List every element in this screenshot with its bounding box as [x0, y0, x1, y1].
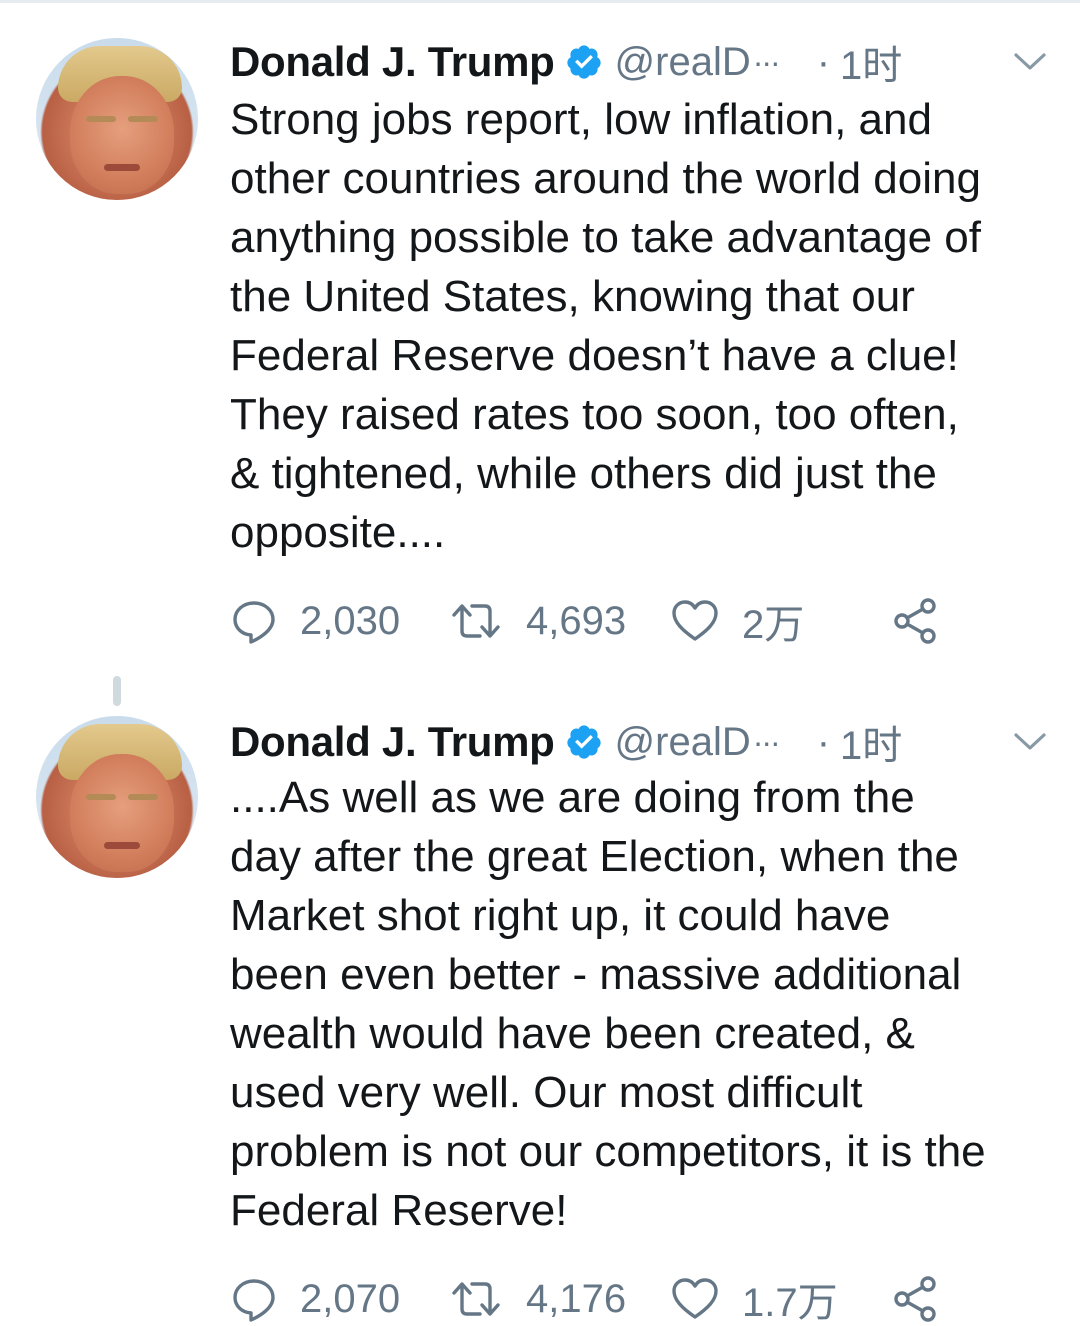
reply-count: 2,070	[300, 1276, 401, 1321]
verified-badge-icon	[566, 725, 601, 759]
author-name[interactable]: Donald J. Trump	[230, 38, 555, 86]
retweet-button[interactable]: 4,693	[448, 596, 626, 646]
reply-button[interactable]: 2,030	[230, 596, 400, 646]
tweet-timestamp[interactable]: 1时	[840, 713, 902, 771]
reply-bubble-icon	[233, 601, 275, 644]
handle-truncation: ···	[752, 43, 781, 80]
top-divider	[0, 0, 1080, 3]
verified-badge-icon	[566, 45, 601, 79]
author-name[interactable]: Donald J. Trump	[230, 718, 555, 766]
like-button[interactable]: 2万	[670, 596, 804, 647]
avatar-brow	[86, 794, 116, 800]
chevron-down-icon[interactable]	[1012, 728, 1048, 754]
chevron-down-icon[interactable]	[1012, 48, 1048, 74]
tweet-timestamp[interactable]: 1时	[840, 33, 902, 91]
author-handle[interactable]: @realD	[615, 720, 751, 765]
tweet-actions: 2,030 4,693 2万	[230, 596, 1060, 647]
tweet-text: ....As well as we are doing from the day…	[230, 773, 986, 1235]
heart-icon	[672, 600, 718, 641]
retweet-count: 4,176	[526, 1276, 627, 1321]
reply-button[interactable]: 2,070	[230, 1274, 400, 1324]
share-icon	[894, 1276, 936, 1322]
avatar[interactable]	[36, 716, 198, 878]
like-count: 2万	[742, 603, 805, 647]
retweet-icon	[452, 1282, 500, 1316]
avatar-face	[70, 76, 174, 194]
tweet-header: Donald J. Trump @realD ··· · 1时	[230, 716, 902, 768]
retweet-icon	[452, 604, 500, 638]
avatar-brow	[128, 794, 158, 800]
share-icon	[894, 598, 936, 644]
separator-dot: ·	[816, 39, 831, 84]
reply-count: 2,030	[300, 598, 401, 643]
handle-truncation: ···	[752, 723, 781, 760]
avatar-mouth	[104, 164, 140, 171]
like-button[interactable]: 1.7万	[670, 1274, 838, 1325]
avatar[interactable]	[36, 38, 198, 200]
retweet-button[interactable]: 4,176	[448, 1274, 626, 1324]
avatar-brow	[128, 116, 158, 122]
thread-connector-line	[113, 676, 121, 706]
like-count: 1.7万	[742, 1281, 838, 1325]
author-handle[interactable]: @realD	[615, 40, 751, 85]
tweet-actions: 2,070 4,176 1.7万	[230, 1274, 1060, 1325]
avatar-brow	[86, 116, 116, 122]
avatar-mouth	[104, 842, 140, 849]
share-button[interactable]	[890, 596, 940, 646]
avatar-face	[70, 754, 174, 872]
tweet-text: Strong jobs report, low inflation, and o…	[230, 95, 981, 557]
tweet-header: Donald J. Trump @realD ··· · 1时	[230, 36, 902, 88]
retweet-count: 4,693	[526, 598, 627, 643]
separator-dot: ·	[816, 719, 831, 764]
heart-icon	[672, 1278, 718, 1319]
reply-bubble-icon	[233, 1279, 275, 1322]
share-button[interactable]	[890, 1274, 940, 1324]
